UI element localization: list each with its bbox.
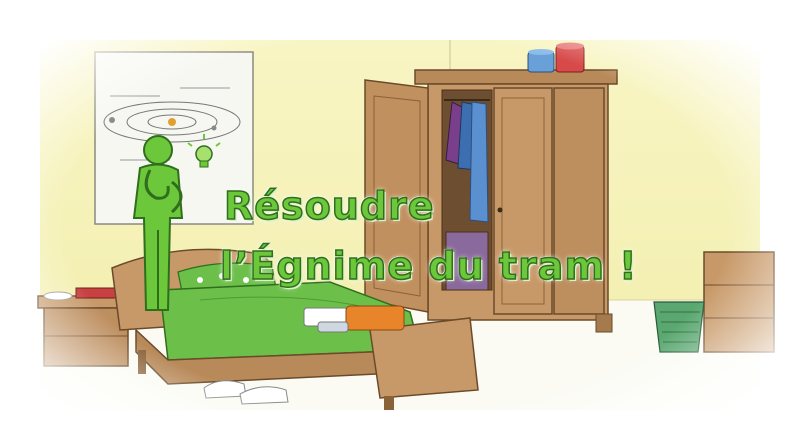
title-line-2: l’Égnime du tram ! [219,243,638,289]
title-line-1: Résoudre [223,183,435,229]
